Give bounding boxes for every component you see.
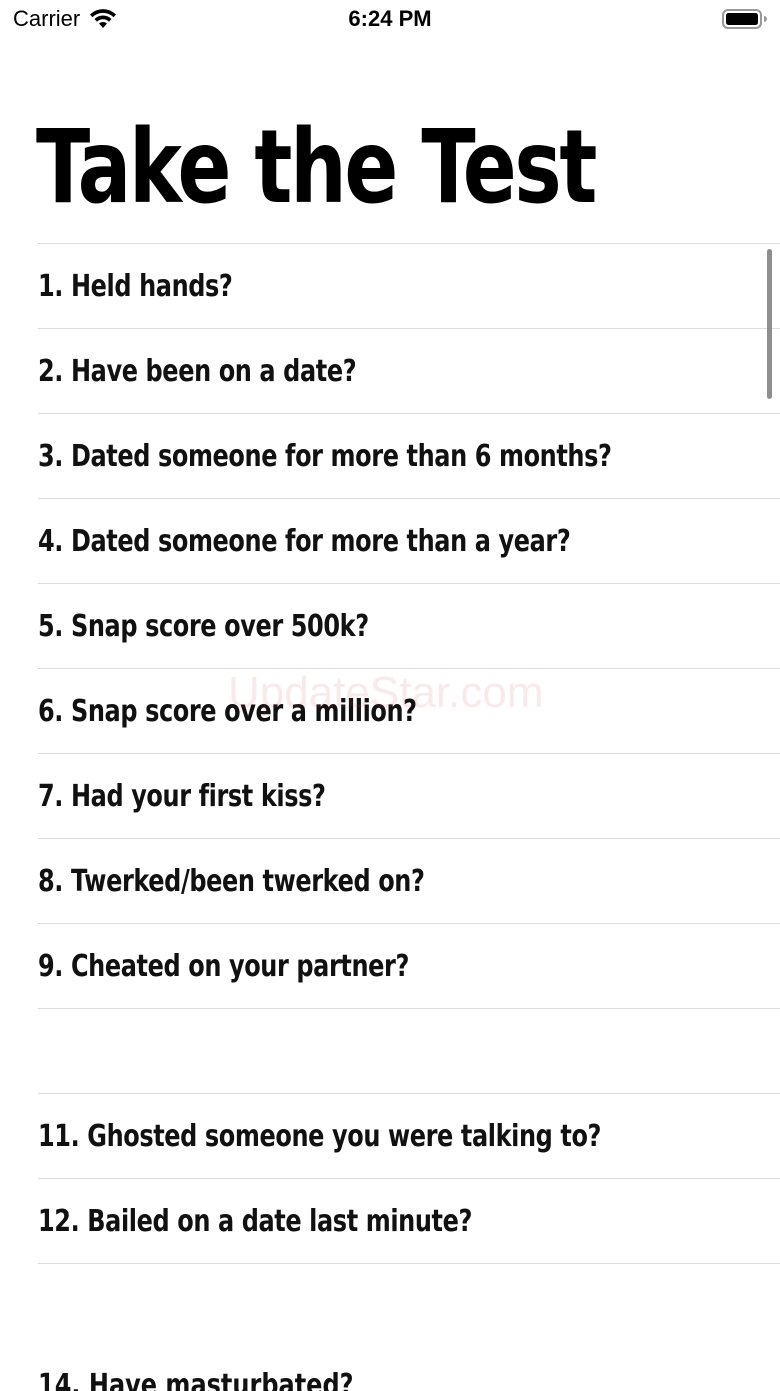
- question-row-5[interactable]: 5. Snap score over 500k?: [38, 584, 780, 669]
- page-title: Take the Test: [36, 108, 597, 227]
- question-label: 9. Cheated on your partner?: [38, 948, 409, 984]
- question-label: 8. Twerked/been twerked on?: [38, 863, 425, 899]
- question-label: 6. Snap score over a million?: [38, 693, 417, 729]
- question-row-13[interactable]: [38, 1264, 780, 1348]
- question-row-12[interactable]: 12. Bailed on a date last minute?: [38, 1179, 780, 1264]
- question-list[interactable]: 1. Held hands? 2. Have been on a date? 3…: [38, 243, 780, 1391]
- status-bar: Carrier 6:24 PM: [0, 0, 780, 40]
- question-row-7[interactable]: 7. Had your first kiss?: [38, 754, 780, 839]
- question-label: 3. Dated someone for more than 6 months?: [38, 438, 612, 474]
- question-row-6[interactable]: 6. Snap score over a million?: [38, 669, 780, 754]
- question-row-8[interactable]: 8. Twerked/been twerked on?: [38, 839, 780, 924]
- question-row-1[interactable]: 1. Held hands?: [38, 244, 780, 329]
- battery-icon: [722, 9, 767, 29]
- question-row-10[interactable]: [38, 1009, 780, 1094]
- status-time: 6:24 PM: [348, 6, 432, 31]
- question-label: 7. Had your first kiss?: [38, 778, 326, 814]
- question-label: 12. Bailed on a date last minute?: [38, 1203, 472, 1239]
- question-label: 1. Held hands?: [38, 268, 233, 304]
- question-label-partial: 14. Have masturbated?: [38, 1368, 354, 1391]
- question-label: 2. Have been on a date?: [38, 353, 357, 389]
- question-row-9[interactable]: 9. Cheated on your partner?: [38, 924, 780, 1009]
- question-label: 4. Dated someone for more than a year?: [38, 523, 571, 559]
- question-row-11[interactable]: 11. Ghosted someone you were talking to?: [38, 1094, 780, 1179]
- question-row-3[interactable]: 3. Dated someone for more than 6 months?: [38, 414, 780, 499]
- question-label: 11. Ghosted someone you were talking to?: [38, 1118, 602, 1154]
- question-row-14[interactable]: 14. Have masturbated?: [38, 1348, 780, 1391]
- question-label: 5. Snap score over 500k?: [38, 608, 369, 644]
- question-row-2[interactable]: 2. Have been on a date?: [38, 329, 780, 414]
- scroll-indicator[interactable]: [767, 249, 772, 399]
- question-row-4[interactable]: 4. Dated someone for more than a year?: [38, 499, 780, 584]
